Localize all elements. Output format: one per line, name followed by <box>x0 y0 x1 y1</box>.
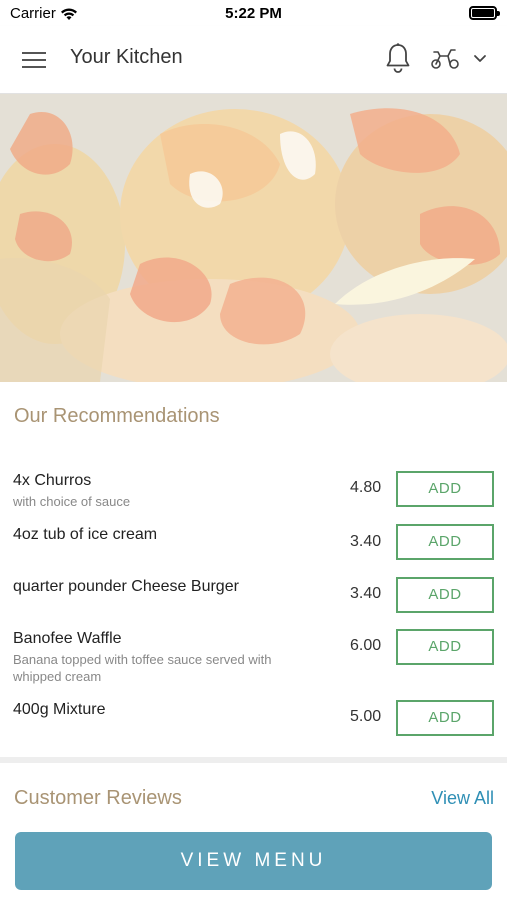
chevron-down-icon[interactable] <box>472 51 488 65</box>
item-price: 3.40 <box>350 585 382 602</box>
item-price: 4.80 <box>350 479 382 496</box>
add-button[interactable]: ADD <box>396 524 494 560</box>
add-button[interactable]: ADD <box>396 629 494 665</box>
bell-icon[interactable] <box>384 42 412 74</box>
item-name: Banofee Waffle <box>13 630 122 647</box>
section-divider <box>0 757 507 763</box>
nav-bar: Your Kitchen <box>0 26 507 94</box>
recommendations-title: Our Recommendations <box>14 405 220 427</box>
add-button[interactable]: ADD <box>396 700 494 736</box>
item-name: 4oz tub of ice cream <box>13 526 158 543</box>
add-button[interactable]: ADD <box>396 577 494 613</box>
reviews-title: Customer Reviews <box>14 787 182 809</box>
item-description: with choice of sauce <box>13 494 131 509</box>
battery-icon <box>469 6 500 20</box>
hero-food-image <box>0 94 507 382</box>
item-description: Banana topped with toffee sauce served w… <box>13 652 272 684</box>
item-name: 400g Mixture <box>13 701 106 718</box>
hamburger-menu-icon[interactable] <box>22 48 48 70</box>
item-price: 5.00 <box>350 708 382 725</box>
view-all-link[interactable]: View All <box>431 788 494 809</box>
view-menu-button[interactable]: VIEW MENU <box>15 832 492 890</box>
status-time: 5:22 PM <box>225 5 282 22</box>
add-button[interactable]: ADD <box>396 471 494 507</box>
item-price: 6.00 <box>350 637 382 654</box>
page-title: Your Kitchen <box>70 46 183 68</box>
item-price: 3.40 <box>350 533 382 550</box>
delivery-scooter-icon[interactable] <box>430 46 460 70</box>
status-bar: Carrier 5:22 PM <box>0 0 507 26</box>
item-name: 4x Churros <box>13 472 92 489</box>
item-name: quarter pounder Cheese Burger <box>13 578 239 595</box>
